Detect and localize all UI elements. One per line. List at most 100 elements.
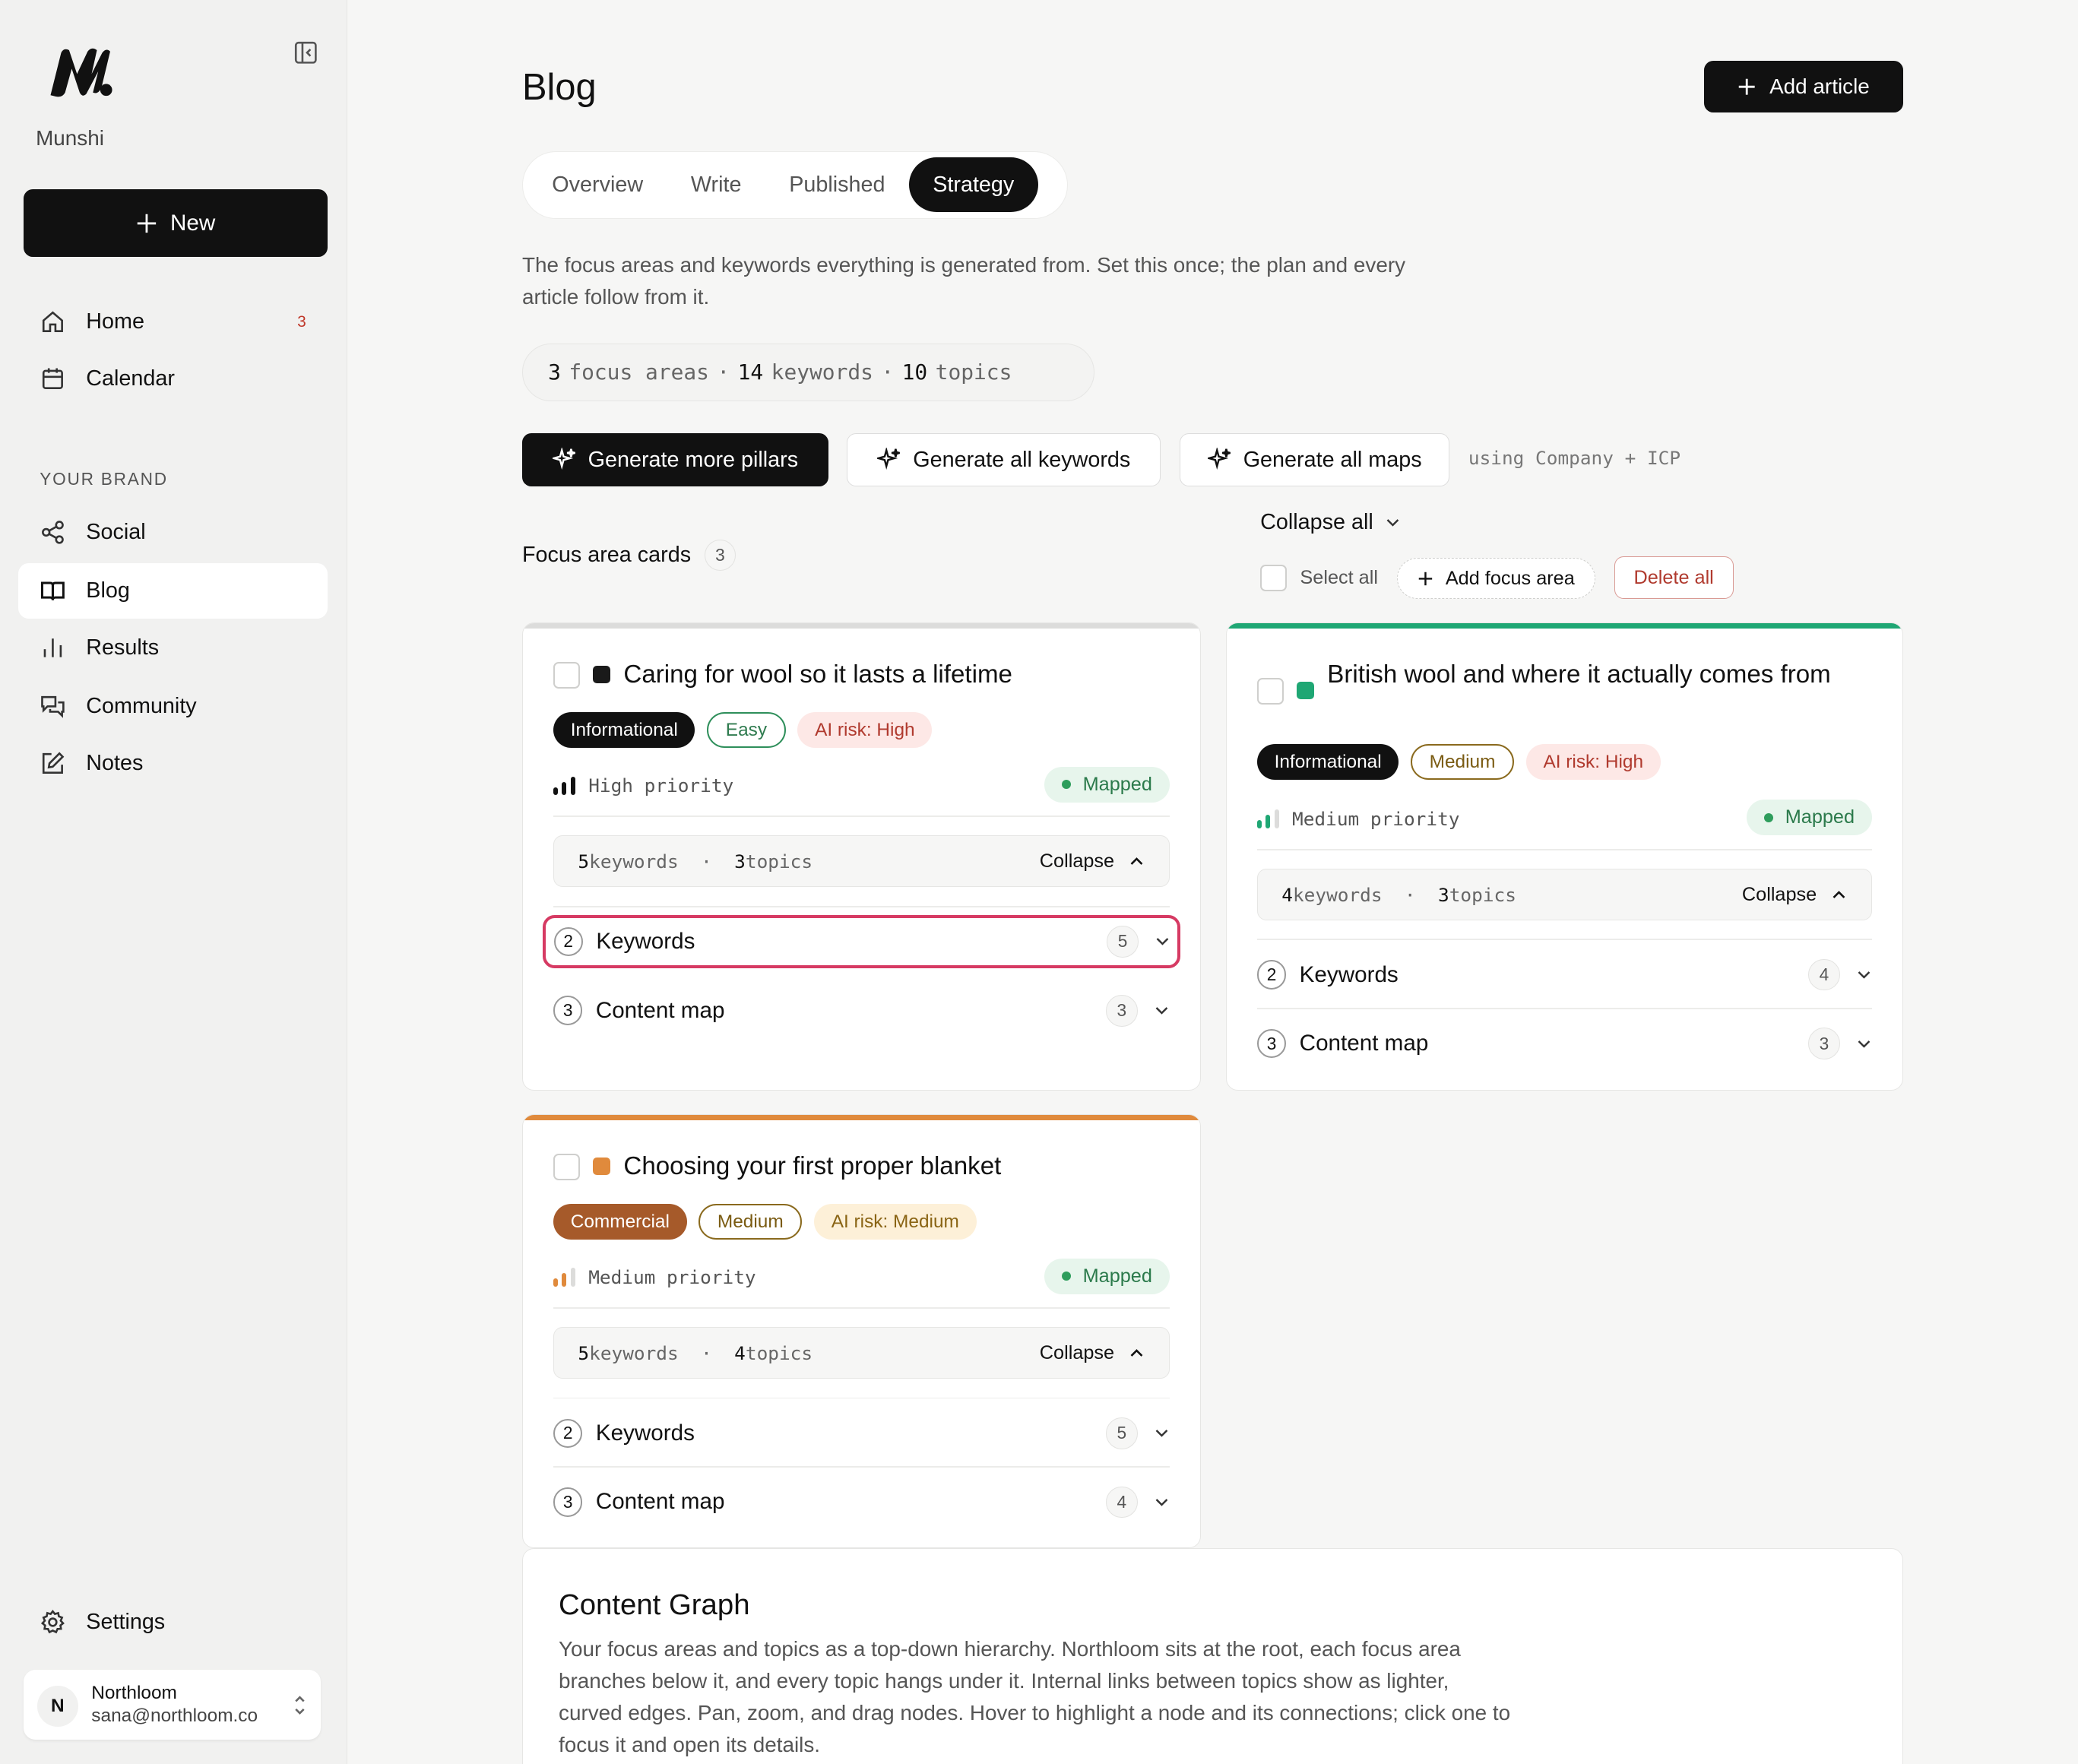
- generate-maps-label: Generate all maps: [1243, 447, 1422, 472]
- tab-published[interactable]: Published: [765, 157, 909, 211]
- focus-color-dot: [593, 666, 610, 683]
- collapse-label: Collapse: [1741, 883, 1817, 905]
- sidebar-item-calendar[interactable]: Calendar: [18, 351, 327, 407]
- section-count: 4: [1808, 958, 1840, 991]
- generate-pillars-button[interactable]: Generate more pillars: [521, 433, 828, 486]
- separator: ·: [881, 359, 895, 385]
- card-collapse-button[interactable]: Collapse: [1040, 1342, 1145, 1364]
- focus-area-card: Choosing your first proper blanket Comme…: [521, 1114, 1201, 1548]
- topics-word: topics: [1449, 883, 1516, 906]
- focus-area-cards-heading: Focus area cards 3: [521, 539, 736, 572]
- sidebar-item-results[interactable]: Results: [18, 620, 327, 676]
- section-count: 3: [1808, 1028, 1840, 1060]
- generate-maps-button[interactable]: Generate all maps: [1179, 433, 1450, 486]
- topics-count: 3: [1438, 883, 1449, 906]
- sidebar-item-notes[interactable]: Notes: [18, 736, 327, 791]
- select-all-control[interactable]: Select all: [1260, 564, 1378, 591]
- sidebar-item-label: Settings: [86, 1609, 166, 1634]
- collapse-all-button[interactable]: Collapse all: [1260, 510, 1401, 535]
- divider: [553, 905, 1170, 907]
- section-label: Content map: [595, 997, 725, 1023]
- sidebar-item-home[interactable]: Home 3: [18, 294, 327, 350]
- chevron-down-icon: [1387, 519, 1399, 527]
- account-switcher[interactable]: N Northloom sana@northloom.co: [24, 1669, 321, 1740]
- keywords-count: 5: [578, 850, 590, 872]
- card-collapse-button[interactable]: Collapse: [1040, 850, 1145, 872]
- sidebar-collapse-icon[interactable]: [292, 39, 320, 67]
- collapse-label: Collapse: [1039, 1341, 1115, 1363]
- divider: [553, 1307, 1170, 1309]
- keywords-section-row[interactable]: 2 Keywords 4: [1256, 949, 1872, 1002]
- card-summary-bar: 5 keywords · 4 topics Collapse: [553, 1327, 1170, 1379]
- section-count: 4: [1105, 1486, 1138, 1519]
- card-summary-bar: 4 keywords · 3 topics Collapse: [1256, 869, 1872, 921]
- section-label: Content map: [1299, 1031, 1429, 1056]
- add-article-label: Add article: [1769, 74, 1870, 99]
- new-button-label: New: [170, 210, 216, 236]
- sidebar-item-social[interactable]: Social: [18, 505, 327, 560]
- content-map-section-row[interactable]: 3 Content map 3: [1256, 1017, 1872, 1070]
- sidebar-item-settings[interactable]: Settings: [18, 1595, 327, 1650]
- priority-bars-icon: [553, 1268, 575, 1287]
- intent-tag: Informational: [1256, 744, 1399, 781]
- topics-word: topics: [745, 1341, 813, 1364]
- priority-bars-icon: [1256, 809, 1279, 828]
- content-map-section-row[interactable]: 3 Content map 3: [553, 984, 1170, 1037]
- card-header: Choosing your first proper blanket: [553, 1150, 1001, 1183]
- step-number: 2: [553, 926, 583, 957]
- keywords-word: keywords: [589, 850, 679, 872]
- priority-label: Medium priority: [588, 1266, 756, 1289]
- sidebar-item-community[interactable]: Community: [18, 679, 327, 734]
- select-all-checkbox[interactable]: [1260, 564, 1287, 591]
- sidebar: Munshi New Home 3 Calendar YOUR BRAND So…: [0, 0, 347, 1764]
- topics-word: topics: [745, 850, 813, 872]
- user-name: Northloom: [91, 1683, 177, 1704]
- chevron-up-down-icon: [294, 1696, 305, 1715]
- main-content: Blog Add article Overview Write Publishe…: [347, 0, 2078, 1764]
- sidebar-item-blog[interactable]: Blog: [18, 563, 328, 619]
- generation-source-note: using Company + ICP: [1468, 446, 1681, 469]
- keywords-count: 5: [578, 1341, 590, 1364]
- tab-strategy[interactable]: Strategy: [908, 157, 1038, 212]
- intent-tag: Commercial: [553, 1204, 687, 1240]
- new-button[interactable]: New: [24, 189, 328, 258]
- strategy-description: The focus areas and keywords everything …: [521, 252, 1406, 309]
- generate-keywords-button[interactable]: Generate all keywords: [847, 433, 1161, 486]
- content-graph-title: Content Graph: [559, 1588, 750, 1621]
- keywords-section-row[interactable]: 2 Keywords 5: [553, 1407, 1170, 1460]
- content-graph-description: Your focus areas and topics as a top-dow…: [559, 1637, 1511, 1756]
- card-select-checkbox[interactable]: [553, 1153, 580, 1180]
- section-label-your-brand: YOUR BRAND: [40, 469, 168, 489]
- keywords-section-row[interactable]: 2 Keywords 5: [543, 915, 1180, 968]
- content-map-section-row[interactable]: 3 Content map 4: [553, 1476, 1170, 1529]
- section-label: Keywords: [1299, 961, 1399, 987]
- card-collapse-button[interactable]: Collapse: [1742, 884, 1847, 906]
- collapse-all-label: Collapse all: [1260, 510, 1373, 535]
- card-select-checkbox[interactable]: [553, 662, 580, 689]
- card-title: Caring for wool so it lasts a lifetime: [623, 660, 1012, 689]
- add-focus-area-button[interactable]: Add focus area: [1396, 558, 1596, 600]
- delete-all-button[interactable]: Delete all: [1614, 556, 1734, 600]
- difficulty-tag: Medium: [698, 1204, 803, 1240]
- munshi-logo[interactable]: [48, 45, 117, 98]
- keywords-label: keywords: [771, 359, 873, 385]
- add-article-button[interactable]: Add article: [1704, 61, 1903, 113]
- card-tags: Informational Easy AI risk: High: [553, 712, 933, 749]
- card-title: Choosing your first proper blanket: [623, 1151, 1002, 1180]
- step-number: 2: [553, 1418, 583, 1448]
- step-number: 2: [1256, 960, 1287, 990]
- tab-overview[interactable]: Overview: [528, 157, 667, 211]
- focus-area-cards-label: Focus area cards: [521, 543, 692, 568]
- section-count: 5: [1107, 926, 1139, 958]
- priority-bars-icon: [553, 776, 575, 795]
- tab-write[interactable]: Write: [667, 157, 765, 211]
- bar-chart-icon: [43, 638, 62, 657]
- ai-risk-tag: AI risk: High: [797, 712, 933, 749]
- plus-icon: [137, 214, 156, 233]
- card-select-checkbox[interactable]: [1256, 677, 1284, 705]
- topics-label: topics: [935, 359, 1012, 385]
- card-summary-bar: 5 keywords · 3 topics Collapse: [553, 835, 1170, 888]
- keywords-word: keywords: [589, 1341, 679, 1364]
- topics-count: 3: [734, 850, 746, 872]
- chevron-down-icon: [1155, 1430, 1167, 1438]
